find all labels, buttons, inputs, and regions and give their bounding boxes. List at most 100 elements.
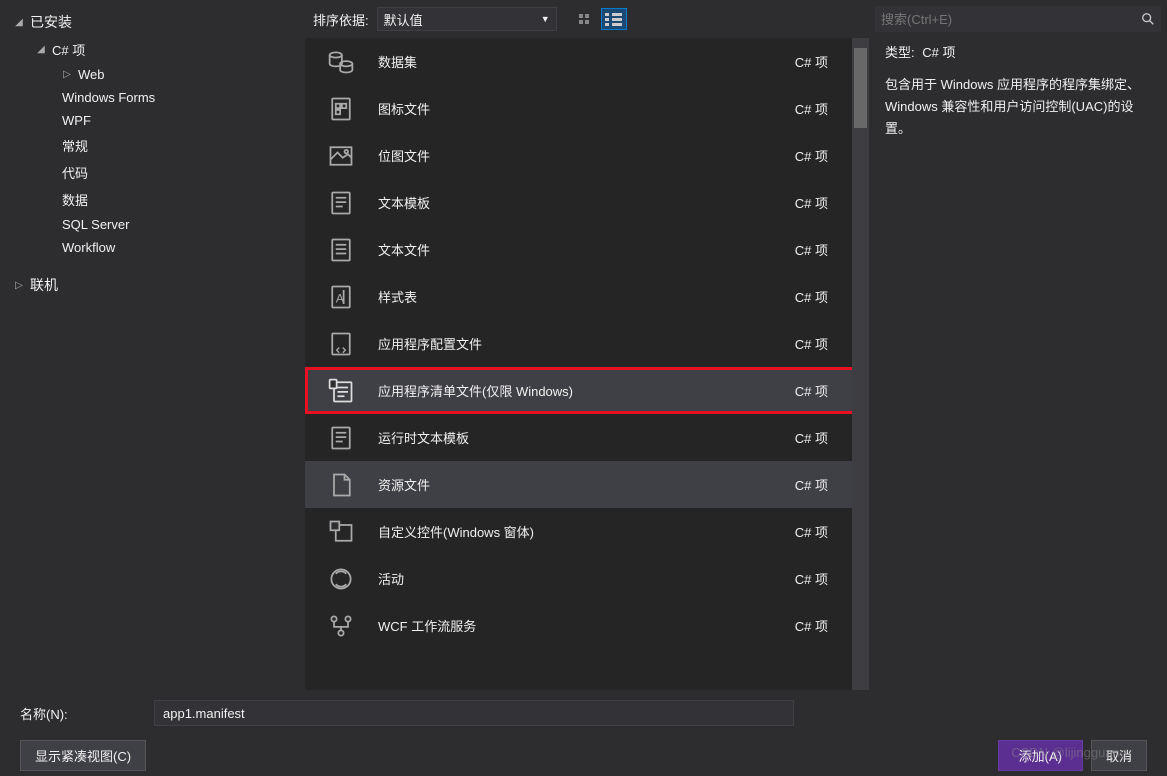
view-grid-button[interactable] xyxy=(571,8,597,30)
cancel-button[interactable]: 取消 xyxy=(1091,740,1147,771)
tree-item-winforms[interactable]: Windows Forms xyxy=(0,86,305,109)
caret-right-icon xyxy=(14,280,24,291)
template-item-tag: C# 项 xyxy=(795,428,828,447)
template-item-tag: C# 项 xyxy=(795,569,828,588)
text-template-icon xyxy=(326,188,356,218)
app-config-icon xyxy=(326,329,356,359)
template-item[interactable]: 资源文件C# 项 xyxy=(305,461,869,508)
template-item-tag: C# 项 xyxy=(795,522,828,541)
detail-panel: 类型: C# 项 包含用于 Windows 应用程序的程序集绑定、Windows… xyxy=(869,42,1167,140)
tree-online[interactable]: 联机 xyxy=(0,271,305,299)
detail-type-label: 类型: xyxy=(885,45,915,60)
template-item-label: 位图文件 xyxy=(378,146,795,165)
toolbar: 排序依据: 默认值 ▼ xyxy=(305,0,869,38)
template-item[interactable]: 应用程序配置文件C# 项 xyxy=(305,320,869,367)
template-item-tag: C# 项 xyxy=(795,616,828,635)
template-item-tag: C# 项 xyxy=(795,146,828,165)
template-item[interactable]: 自定义控件(Windows 窗体)C# 项 xyxy=(305,508,869,555)
caret-down-icon xyxy=(14,17,24,28)
template-item-tag: C# 项 xyxy=(795,381,828,400)
template-item[interactable]: A 样式表C# 项 xyxy=(305,273,869,320)
template-item[interactable]: 运行时文本模板C# 项 xyxy=(305,414,869,461)
template-item-tag: C# 项 xyxy=(795,99,828,118)
template-item-label: WCF 工作流服务 xyxy=(378,616,795,635)
icon-file-icon xyxy=(326,94,356,124)
tree-installed[interactable]: 已安装 xyxy=(0,8,305,36)
template-item-tag: C# 项 xyxy=(795,475,828,494)
caret-right-icon xyxy=(62,69,72,80)
template-item-label: 运行时文本模板 xyxy=(378,428,795,447)
sort-by-value: 默认值 xyxy=(384,10,423,29)
tree-item-wpf[interactable]: WPF xyxy=(0,109,305,132)
wcf-icon xyxy=(326,611,356,641)
template-item-label: 图标文件 xyxy=(378,99,795,118)
tree-item-web[interactable]: Web xyxy=(0,63,305,86)
custom-control-icon xyxy=(326,517,356,547)
tree-csharp[interactable]: C# 项 xyxy=(0,36,305,63)
view-list-button[interactable] xyxy=(601,8,627,30)
tree-label: 已安装 xyxy=(30,12,72,32)
scrollbar-thumb[interactable] xyxy=(854,48,867,128)
template-item[interactable]: WCF 工作流服务C# 项 xyxy=(305,602,869,649)
template-item-label: 数据集 xyxy=(378,52,795,71)
template-item[interactable]: 数据集C# 项 xyxy=(305,38,869,85)
template-item[interactable]: 文本模板C# 项 xyxy=(305,179,869,226)
bitmap-icon xyxy=(326,141,356,171)
tree-item-workflow[interactable]: Workflow xyxy=(0,236,305,259)
template-item-label: 应用程序清单文件(仅限 Windows) xyxy=(378,381,795,400)
tree-item-code[interactable]: 代码 xyxy=(0,159,305,186)
template-item[interactable]: 图标文件C# 项 xyxy=(305,85,869,132)
template-item-tag: C# 项 xyxy=(795,240,828,259)
tree-label: 数据 xyxy=(62,190,88,209)
template-item-label: 应用程序配置文件 xyxy=(378,334,795,353)
tree-label: Windows Forms xyxy=(62,90,155,105)
template-item-tag: C# 项 xyxy=(795,52,828,71)
search-input[interactable] xyxy=(881,12,1141,27)
scrollbar[interactable] xyxy=(852,38,869,690)
footer: 名称(N): 显示紧凑视图(C) 添加(A) 取消 xyxy=(0,690,1167,775)
add-button[interactable]: 添加(A) xyxy=(998,740,1083,771)
tree-label: C# 项 xyxy=(52,40,85,59)
name-input[interactable] xyxy=(154,700,794,726)
template-item-label: 文本文件 xyxy=(378,240,795,259)
manifest-icon xyxy=(326,376,356,406)
template-item[interactable]: 活动C# 项 xyxy=(305,555,869,602)
template-item-label: 样式表 xyxy=(378,287,795,306)
search-icon xyxy=(1141,12,1155,26)
template-item[interactable]: 位图文件C# 项 xyxy=(305,132,869,179)
tree-label: WPF xyxy=(62,113,91,128)
template-list[interactable]: 数据集C# 项图标文件C# 项位图文件C# 项文本模板C# 项文本文件C# 项A… xyxy=(305,38,869,690)
template-item-tag: C# 项 xyxy=(795,193,828,212)
tree-label: SQL Server xyxy=(62,217,129,232)
tree-item-sqlserver[interactable]: SQL Server xyxy=(0,213,305,236)
template-item[interactable]: 文本文件C# 项 xyxy=(305,226,869,273)
tree-item-general[interactable]: 常规 xyxy=(0,132,305,159)
template-item-label: 资源文件 xyxy=(378,475,795,494)
detail-description: 包含用于 Windows 应用程序的程序集绑定、Windows 兼容性和用户访问… xyxy=(885,74,1151,140)
dataset-icon xyxy=(326,47,356,77)
template-item-tag: C# 项 xyxy=(795,287,828,306)
stylesheet-icon: A xyxy=(326,282,356,312)
caret-down-icon xyxy=(36,44,46,55)
tree-label: Web xyxy=(78,67,105,82)
template-item-label: 活动 xyxy=(378,569,795,588)
runtime-template-icon xyxy=(326,423,356,453)
template-item-tag: C# 项 xyxy=(795,334,828,353)
tree-label: 代码 xyxy=(62,163,88,182)
grid-icon xyxy=(579,14,589,24)
template-item-label: 自定义控件(Windows 窗体) xyxy=(378,522,795,541)
text-file-icon xyxy=(326,235,356,265)
resource-icon xyxy=(326,470,356,500)
category-tree: 已安装 C# 项 Web Windows Forms WPF 常规 代码 数据 … xyxy=(0,0,305,690)
template-item[interactable]: 应用程序清单文件(仅限 Windows)C# 项 xyxy=(305,367,869,414)
tree-item-data[interactable]: 数据 xyxy=(0,186,305,213)
compact-view-button[interactable]: 显示紧凑视图(C) xyxy=(20,740,146,771)
detail-type-value: C# 项 xyxy=(922,45,955,60)
tree-label: Workflow xyxy=(62,240,115,255)
activity-icon xyxy=(326,564,356,594)
template-item-label: 文本模板 xyxy=(378,193,795,212)
search-box[interactable] xyxy=(875,6,1161,32)
sort-by-combo[interactable]: 默认值 ▼ xyxy=(377,7,557,31)
tree-label: 常规 xyxy=(62,136,88,155)
sort-by-label: 排序依据: xyxy=(313,10,369,29)
